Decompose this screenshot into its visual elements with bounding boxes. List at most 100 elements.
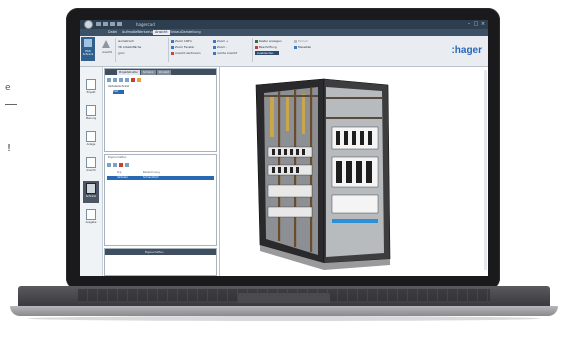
background-dash [5,104,17,105]
zoom-button[interactable]: Zoom Fenster [171,45,194,49]
panel-title: Eigenschaften [108,156,127,159]
display-label: Massstab [298,45,312,49]
view-option[interactable]: isometrisch [118,39,134,43]
paste-icon[interactable] [119,78,123,82]
grid-icon [255,39,258,43]
tree-item-label: Feld [113,90,119,93]
view-tool-button[interactable]: Ansicht [100,38,112,60]
3d-cabinet-view[interactable] [219,67,488,276]
tab-cabinet[interactable]: Schrank [141,70,156,75]
props-toolbar [107,163,147,168]
display-option[interactable]: Massstab [294,45,311,49]
view-scrollbar[interactable] [484,70,487,270]
app-screen: hagercad – □ × Datei Aufmaße Werkzeuge A… [80,20,488,276]
menu-item[interactable]: Darstellung [179,30,203,35]
center-icon [171,51,174,55]
column-header[interactable]: Typ [117,171,121,175]
nav-item-planung[interactable]: Planung [83,103,99,125]
background-text-fragment: e [5,83,11,93]
nav-item-ausgabe[interactable]: Ausgabe [83,207,99,229]
minimize-icon[interactable]: – [466,21,472,27]
zoom-button[interactable]: Ansicht zentrieren [171,51,201,55]
zoom-icon [171,45,174,49]
new-icon[interactable] [107,78,111,82]
view-icon [86,157,96,168]
nav-item-anlage[interactable]: Anlage [83,129,99,151]
tree-item[interactable]: Verteilerschrank [108,85,129,89]
quick-undo-icon[interactable] [103,22,108,26]
trackpad [238,293,330,303]
filter-icon[interactable] [113,163,117,167]
view-option[interactable]: 3D Arbeitsfläche [118,45,141,49]
ribbon-separator [168,38,169,62]
quick-redo-icon[interactable] [110,22,115,26]
unit-icon [294,39,297,43]
table-cell: Schrankfeld [143,176,159,179]
label-icon [255,45,258,49]
view-tool-label: Ansicht [102,51,112,54]
tab-product[interactable]: Produkt [157,70,171,75]
cabinet-view-label: HKD Schrank [82,50,94,56]
sort-icon[interactable] [107,163,111,167]
view-option[interactable]: grün [118,51,124,55]
display-label: Einheit [298,39,308,43]
column-header[interactable]: Bezeichnung [143,171,160,175]
ribbon: HKD Schrank Ansicht isometrisch 3D Arbei… [80,36,488,67]
zoom-button[interactable]: Zoom + [213,39,228,43]
view-tool-icon [102,40,110,48]
zoom-label: rechte Ansicht [217,51,238,55]
app-menu-button[interactable] [84,20,93,29]
quick-print-icon[interactable] [117,22,122,26]
laptop-base [10,286,558,322]
view-option-label: isometrisch [118,39,135,43]
cabinet-view-button[interactable]: HKD Schrank [81,37,95,61]
zoom-button[interactable]: rechte Ansicht [213,51,237,55]
menu-item[interactable]: Datei [106,30,119,35]
close-icon[interactable]: × [480,21,486,27]
move-icon[interactable] [125,78,129,82]
zoom-button[interactable]: Zoom - [213,45,227,49]
background-text-fragment: ! [7,143,12,154]
zoom-label: Zoom Fenster [175,45,195,49]
delete-icon[interactable] [131,78,135,82]
zoom-button[interactable]: Zoom 100% [171,39,192,43]
tree-toolbar [107,78,167,83]
display-label: Raster anzeigen [259,39,282,43]
bottom-panel: Eigenschaften [104,248,217,276]
window-title: hagercad [136,22,155,27]
print-icon [86,209,96,220]
view-option-label: 3D Arbeitsfläche [118,45,142,49]
cabinet-3d-render [255,78,391,270]
nav-item-schrank[interactable]: Schrank [83,181,99,203]
menu-bar: Datei Aufmaße Werkzeuge Ansicht Einbau D… [80,29,488,36]
nav-item-projekt[interactable]: Projekt [83,77,99,99]
maximize-icon[interactable]: □ [473,21,479,27]
properties-icon[interactable] [137,78,141,82]
display-option-active[interactable]: Ausblenden [255,51,280,55]
scale-icon [294,45,297,49]
nav-item-ansicht[interactable]: Ansicht [83,155,99,177]
project-tree-panel: Projektstruktur Schrank Produkt Verteile… [104,68,217,152]
nav-label: Schrank [85,195,97,198]
refresh-icon[interactable] [125,163,129,167]
display-option[interactable]: Beschriftung [255,45,277,49]
tree-item-selected[interactable]: Feld [113,90,125,94]
quick-save-icon[interactable] [96,22,101,26]
panel-header: Projektstruktur Schrank Produkt [105,69,216,75]
side-view-icon [213,51,216,55]
ribbon-separator [252,38,253,62]
zoom-label: Zoom + [217,39,229,43]
table-cell: Verteiler [117,176,128,179]
display-option[interactable]: Raster anzeigen [255,39,282,43]
zoom-in-icon [213,39,216,43]
clear-icon[interactable] [119,163,123,167]
nav-label: Projekt [86,91,96,94]
laptop-shadow [28,316,540,321]
tab-project-structure[interactable]: Projektstruktur [117,70,141,75]
panel-header: Eigenschaften [105,249,216,255]
table-row[interactable]: Verteiler Schrankfeld [107,176,214,180]
zoom-out-icon [213,45,216,49]
copy-icon[interactable] [113,78,117,82]
display-option[interactable]: Einheit [294,39,308,43]
document-icon [86,105,96,116]
